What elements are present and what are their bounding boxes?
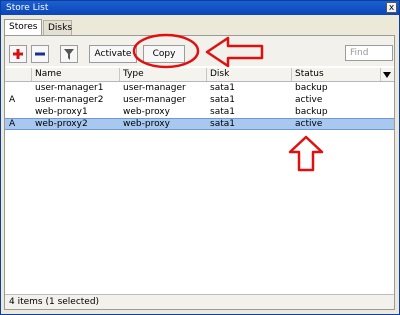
- row-type: user-manager: [123, 95, 186, 105]
- header-name[interactable]: Name: [32, 68, 120, 81]
- stores-table: Name Type Disk Status user-manager1 user…: [5, 68, 394, 291]
- row-flag: A: [9, 119, 16, 129]
- header-disk[interactable]: Disk: [207, 68, 292, 81]
- toolbar: Activate Copy Find: [5, 36, 394, 66]
- tab-disks[interactable]: Disks: [43, 20, 72, 35]
- row-type: user-manager: [123, 83, 186, 93]
- filter-icon: [64, 49, 74, 60]
- row-disk: sata1: [210, 107, 235, 117]
- table-row-selected[interactable]: A web-proxy2 web-proxy sata1 active: [5, 118, 394, 130]
- minus-icon: [35, 52, 45, 56]
- table-header: Name Type Disk Status: [5, 68, 394, 82]
- row-disk: sata1: [210, 83, 235, 93]
- filter-button[interactable]: [60, 45, 78, 63]
- status-bar: 4 items (1 selected): [5, 294, 394, 309]
- title-bar[interactable]: Store List x: [1, 1, 399, 15]
- table-row[interactable]: A user-manager2 user-manager sata1 activ…: [5, 94, 394, 106]
- stores-panel: Activate Copy Find Name Type Disk Status…: [4, 35, 395, 310]
- row-status: active: [295, 95, 323, 105]
- row-status: backup: [295, 83, 328, 93]
- table-row[interactable]: user-manager1 user-manager sata1 backup: [5, 82, 394, 94]
- plus-icon: [13, 49, 23, 59]
- row-status: backup: [295, 107, 328, 117]
- triangle-down-icon: [383, 72, 391, 78]
- remove-button[interactable]: [31, 45, 49, 63]
- add-button[interactable]: [9, 45, 27, 63]
- tab-stores[interactable]: Stores: [4, 19, 42, 36]
- close-button[interactable]: x: [386, 2, 397, 13]
- header-type[interactable]: Type: [120, 68, 207, 81]
- store-list-window: Store List x Stores Disks Activate Copy …: [0, 0, 400, 315]
- row-type: web-proxy: [123, 119, 170, 129]
- row-name: user-manager2: [35, 95, 104, 105]
- row-status: active: [295, 119, 323, 129]
- find-input[interactable]: Find: [345, 45, 393, 61]
- row-name: user-manager1: [35, 83, 104, 93]
- header-flag[interactable]: [5, 68, 32, 81]
- row-flag: A: [9, 95, 16, 105]
- row-disk: sata1: [210, 119, 235, 129]
- header-status[interactable]: Status: [292, 68, 381, 81]
- window-title: Store List: [6, 3, 49, 13]
- row-name: web-proxy2: [35, 119, 88, 129]
- copy-button[interactable]: Copy: [143, 45, 185, 63]
- row-disk: sata1: [210, 95, 235, 105]
- row-type: web-proxy: [123, 107, 170, 117]
- row-name: web-proxy1: [35, 107, 88, 117]
- table-row[interactable]: web-proxy1 web-proxy sata1 backup: [5, 106, 394, 118]
- activate-button[interactable]: Activate: [89, 45, 137, 63]
- column-menu-button[interactable]: [381, 68, 394, 81]
